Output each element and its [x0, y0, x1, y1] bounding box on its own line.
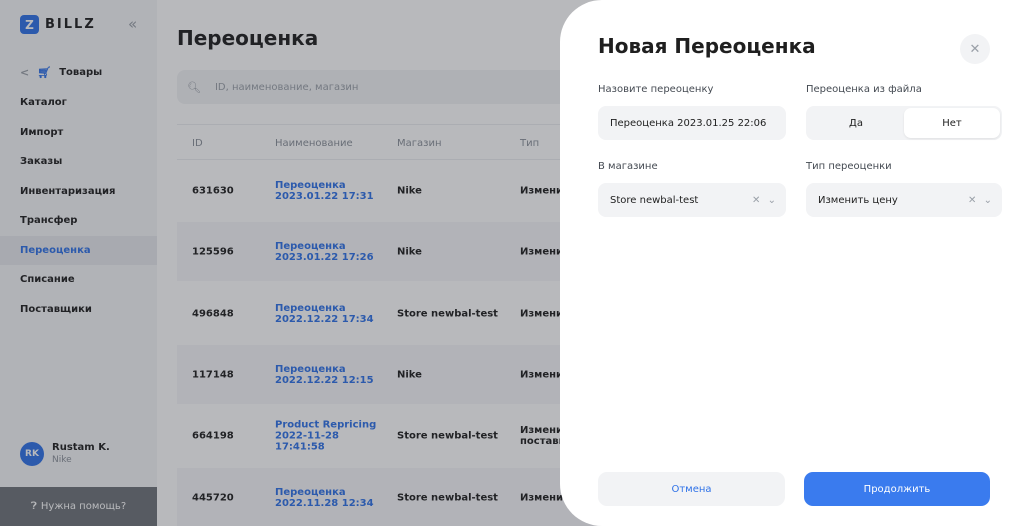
repricing-name-input[interactable]: Переоценка 2023.01.25 22:06 — [598, 106, 786, 140]
repricing-type-select[interactable]: Изменить цену ✕ ⌄ — [806, 183, 1002, 217]
new-repricing-modal: Новая Переоценка ✕ Назовите переоценку П… — [560, 0, 1024, 526]
toggle-option-yes[interactable]: Да — [808, 108, 904, 138]
file-field-label: Переоценка из файла — [806, 84, 922, 95]
store-select[interactable]: Store newbal-test ✕ ⌄ — [598, 183, 786, 217]
modal-title: Новая Переоценка — [598, 34, 816, 58]
store-field-label: В магазине — [598, 161, 658, 172]
select-controls: ✕ ⌄ — [752, 195, 776, 206]
close-icon: ✕ — [969, 41, 981, 57]
chevron-down-icon[interactable]: ⌄ — [768, 195, 776, 206]
repricing-type-value: Изменить цену — [818, 194, 898, 206]
chevron-down-icon[interactable]: ⌄ — [984, 195, 992, 206]
clear-icon[interactable]: ✕ — [968, 195, 976, 206]
select-controls: ✕ ⌄ — [968, 195, 992, 206]
clear-icon[interactable]: ✕ — [752, 195, 760, 206]
store-select-value: Store newbal-test — [610, 194, 699, 206]
close-button[interactable]: ✕ — [960, 34, 990, 64]
continue-button[interactable]: Продолжить — [804, 472, 990, 506]
toggle-option-no[interactable]: Нет — [904, 108, 1000, 138]
cancel-button[interactable]: Отмена — [598, 472, 785, 506]
from-file-toggle: Да Нет — [806, 106, 1002, 140]
repricing-name-value: Переоценка 2023.01.25 22:06 — [610, 117, 767, 129]
type-field-label: Тип переоценки — [806, 161, 892, 172]
name-field-label: Назовите переоценку — [598, 84, 714, 95]
